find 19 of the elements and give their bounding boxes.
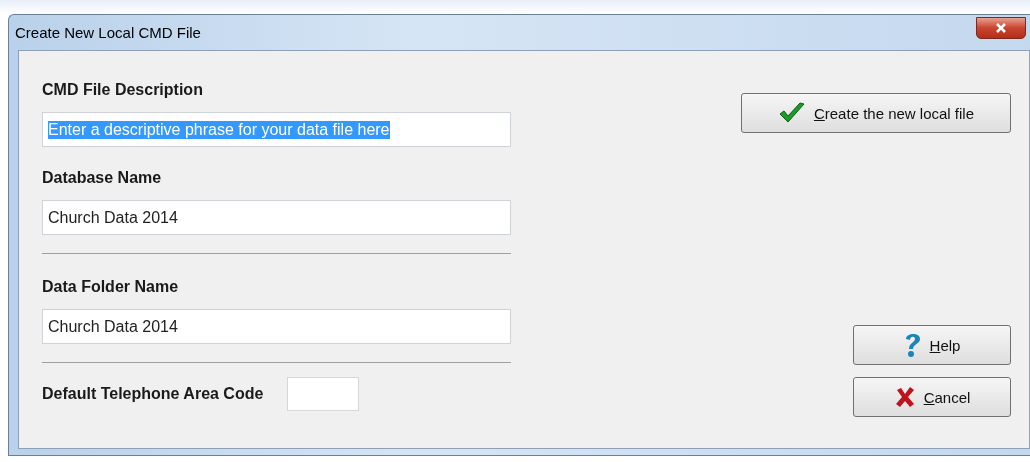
x-icon	[893, 386, 916, 408]
area-code-field[interactable]	[287, 377, 360, 411]
checkmark-icon	[777, 102, 806, 124]
window-title: Create New Local CMD File	[15, 24, 201, 41]
close-button[interactable]	[976, 16, 1026, 39]
field-label: Data Folder Name	[42, 278, 180, 296]
field-value: Church Data 2014	[48, 317, 178, 336]
create-button[interactable]: Create the new local file	[741, 93, 1011, 133]
field-value: Church Data 2014	[48, 208, 178, 227]
input-field[interactable]: Church Data 2014	[42, 309, 511, 344]
cancel-button[interactable]: Cancel	[853, 377, 1011, 417]
question-mark-icon	[903, 332, 922, 358]
help-button[interactable]: Help	[853, 325, 1011, 365]
field-value: Enter a descriptive phrase for your data file here	[48, 120, 390, 139]
input-field[interactable]: Church Data 2014	[42, 200, 511, 235]
field-label: Database Name	[42, 169, 163, 187]
field-label: Default Telephone Area Code	[42, 385, 264, 403]
field-label: CMD File Description	[42, 81, 204, 99]
close-icon	[995, 21, 1007, 34]
